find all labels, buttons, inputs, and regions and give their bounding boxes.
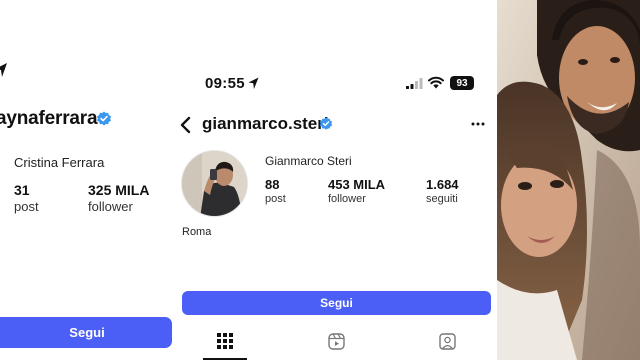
profile-full-name: Gianmarco Steri [265, 154, 352, 168]
cellular-signal-icon [406, 78, 423, 89]
posts-count: 88 [265, 177, 280, 192]
left-profile-screenshot: aynaferrara Cristina Ferrara 31 post 325… [0, 0, 172, 360]
following-label: seguiti [426, 193, 458, 205]
avatar[interactable] [181, 150, 248, 217]
tab-posts-grid[interactable] [203, 330, 247, 360]
followers-count: 325 MILA [88, 182, 150, 198]
center-profile-screenshot: 09:55 93 gianmarco.steri Gianmarco Steri… [172, 0, 497, 360]
tab-tagged[interactable] [425, 330, 469, 360]
bio-location: Roma [182, 226, 212, 238]
wifi-icon [428, 76, 444, 89]
posts-count: 31 [14, 182, 30, 198]
profile-username: aynaferrara [0, 108, 98, 129]
couple-selfie-photo [497, 0, 640, 360]
tab-reels[interactable] [314, 330, 358, 360]
selfie-image [497, 0, 640, 360]
avatar-photo [182, 151, 247, 216]
location-arrow-icon [248, 77, 259, 89]
follow-button[interactable]: Segui [0, 317, 172, 348]
status-bar-time: 09:55 [205, 75, 245, 92]
verified-badge-icon [97, 111, 111, 126]
grid-icon [217, 333, 233, 349]
reels-icon [327, 333, 345, 350]
posts-label: post [14, 199, 39, 214]
verified-badge-icon [319, 117, 333, 130]
profile-full-name: Cristina Ferrara [14, 155, 105, 170]
tagged-icon [438, 333, 456, 350]
followers-count: 453 MILA [328, 177, 386, 192]
battery-indicator: 93 [450, 76, 474, 90]
following-count: 1.684 [426, 177, 459, 192]
back-chevron-icon[interactable] [179, 116, 191, 134]
followers-label: follower [328, 193, 366, 205]
profile-username: gianmarco.steri [202, 114, 329, 133]
location-arrow-icon [0, 63, 7, 77]
follow-button[interactable]: Segui [182, 291, 491, 315]
followers-label: follower [88, 199, 133, 214]
more-options-icon[interactable] [471, 122, 485, 126]
posts-label: post [265, 193, 286, 205]
